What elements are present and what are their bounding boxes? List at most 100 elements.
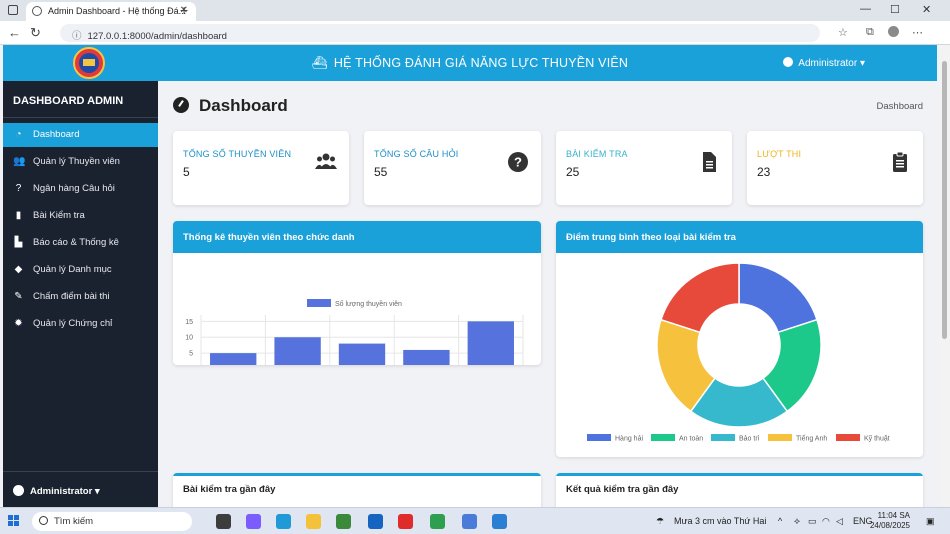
file-explorer-icon[interactable] bbox=[306, 514, 321, 529]
system-clock[interactable]: 11:04 SA 24/08/2025 bbox=[870, 511, 910, 531]
search-icon bbox=[39, 516, 48, 525]
maximize-icon[interactable]: ☐ bbox=[890, 3, 900, 16]
sidebar-item-dashboard[interactable]: ◔ Dashboard bbox=[3, 123, 158, 147]
weather-icon[interactable]: ☂ bbox=[656, 516, 664, 527]
store-icon[interactable] bbox=[336, 514, 351, 529]
bar bbox=[467, 321, 514, 365]
bar bbox=[338, 343, 386, 365]
battery-icon[interactable]: ▭ bbox=[808, 516, 817, 527]
certificate-icon: ✹ bbox=[14, 318, 23, 329]
sidebar-divider bbox=[3, 471, 158, 472]
wifi-icon[interactable]: ◠ bbox=[822, 516, 830, 527]
task-view-icon[interactable] bbox=[216, 514, 231, 529]
site-info-icon[interactable]: ⓘ bbox=[72, 31, 82, 42]
stat-value: 5 bbox=[183, 165, 190, 179]
copilot-icon[interactable] bbox=[246, 514, 261, 529]
bar-chart: Số lượng thuyền viên051015Thuyền trưởngT… bbox=[185, 299, 524, 365]
tray-chevron-icon[interactable]: ^ bbox=[778, 516, 782, 526]
legend-swatch bbox=[768, 434, 792, 441]
stat-label: TỔNG SỐ THUYỀN VIÊN bbox=[183, 149, 292, 159]
file-icon: ▮ bbox=[15, 210, 22, 221]
back-icon[interactable]: ← bbox=[8, 25, 21, 40]
taskbar-search[interactable]: Tìm kiếm bbox=[32, 512, 192, 531]
bar bbox=[403, 349, 450, 365]
breadcrumb[interactable]: Dashboard bbox=[877, 101, 923, 112]
sidebar-item-categories[interactable]: ◆ Quản lý Danh mục bbox=[3, 258, 158, 282]
donut-slice bbox=[738, 262, 818, 334]
y-tick-label: 5 bbox=[189, 351, 193, 358]
browser-menu-icon[interactable]: ⋯ bbox=[912, 26, 923, 39]
tags-icon: ◆ bbox=[14, 264, 23, 275]
minimize-icon[interactable]: — bbox=[860, 3, 871, 15]
edge-icon[interactable] bbox=[276, 514, 291, 529]
sidebar-item-grading[interactable]: ✎ Chấm điểm bài thi bbox=[3, 285, 158, 309]
card-title: Kết quả kiểm tra gần đây bbox=[556, 473, 923, 505]
tab-title: Admin Dashboard - Hệ thống Đá... bbox=[48, 6, 187, 16]
sidebar-item-label: Báo cáo & Thống kê bbox=[33, 237, 119, 248]
donut-chart: Hàng hải An toàn Bảo trì Tiếng Anh Kỹ thuật bbox=[587, 262, 890, 443]
sidebar-item-reports[interactable]: ▙ Báo cáo & Thống kê bbox=[3, 231, 158, 255]
sidebar-item-label: Quản lý Danh mục bbox=[33, 264, 112, 275]
chrome-icon[interactable] bbox=[430, 514, 445, 529]
bar bbox=[210, 353, 257, 365]
stat-value: 55 bbox=[374, 165, 388, 179]
legend-label: Kỹ thuật bbox=[864, 436, 890, 443]
chart-icon: ▙ bbox=[14, 237, 23, 248]
bar-chart-card: Thống kê thuyền viên theo chức danh Số l… bbox=[173, 221, 541, 365]
donut-slice bbox=[660, 262, 740, 334]
donut-chart-card: Điểm trung bình theo loại bài kiểm tra H… bbox=[556, 221, 923, 457]
close-window-icon[interactable]: ✕ bbox=[922, 3, 931, 16]
sidebar-item-label: Quản lý Thuyền viên bbox=[33, 156, 120, 167]
opera-icon[interactable] bbox=[398, 514, 413, 529]
sidebar-divider bbox=[3, 117, 158, 118]
network-icon[interactable]: ⟡ bbox=[794, 516, 800, 527]
url-input[interactable]: ⓘ 127.0.0.1:8000/admin/dashboard bbox=[60, 24, 820, 42]
user-circle-icon bbox=[783, 57, 794, 67]
sidebar-item-crew[interactable]: 👥 Quản lý Thuyền viên bbox=[3, 150, 158, 174]
favorite-icon[interactable]: ☆ bbox=[838, 26, 848, 39]
question-circle-icon: ? bbox=[508, 152, 528, 172]
legend-label: An toàn bbox=[679, 436, 703, 443]
address-bar: ← ↻ ⓘ 127.0.0.1:8000/admin/dashboard ☆ ⧉ … bbox=[0, 21, 950, 45]
card-title: Điểm trung bình theo loại bài kiểm tra bbox=[556, 221, 923, 253]
legend-label: Hàng hải bbox=[615, 436, 643, 443]
gauge-icon bbox=[173, 97, 189, 113]
extensions-icon[interactable]: ⧉ bbox=[866, 26, 874, 39]
outlook-icon[interactable] bbox=[368, 514, 383, 529]
scrollbar-thumb[interactable] bbox=[942, 61, 947, 339]
new-tab-button[interactable]: + bbox=[180, 2, 188, 18]
page-title: Dashboard bbox=[173, 96, 288, 116]
tab-actions-icon[interactable] bbox=[8, 5, 18, 15]
weather-text[interactable]: Mưa 3 cm vào Thứ Hai bbox=[674, 516, 766, 526]
user-circle-icon bbox=[13, 485, 24, 496]
sidebar-item-tests[interactable]: ▮ Bài Kiểm tra bbox=[3, 204, 158, 228]
volume-icon[interactable]: ◁ bbox=[836, 516, 843, 527]
page-title-text: Dashboard bbox=[199, 96, 288, 115]
profile-avatar[interactable] bbox=[888, 26, 899, 37]
stat-value: 23 bbox=[757, 165, 771, 179]
browser-tab[interactable]: Admin Dashboard - Hệ thống Đá... ✕ bbox=[26, 2, 196, 21]
card-title: Thống kê thuyền viên theo chức danh bbox=[173, 221, 541, 253]
sidebar-user-dropdown[interactable]: Administrator ▾ bbox=[13, 485, 100, 497]
users-icon bbox=[315, 153, 337, 169]
vscode-icon[interactable] bbox=[492, 514, 507, 529]
clock-date: 24/08/2025 bbox=[869, 521, 910, 530]
reload-icon[interactable]: ↻ bbox=[30, 25, 41, 41]
user-dropdown[interactable]: Administrator ▾ bbox=[783, 57, 865, 69]
sidebar-item-certificates[interactable]: ✹ Quản lý Chứng chỉ bbox=[3, 312, 158, 336]
sidebar-item-label: Chấm điểm bài thi bbox=[33, 291, 110, 302]
sidebar-item-label: Bài Kiểm tra bbox=[33, 210, 85, 221]
legend-swatch bbox=[587, 434, 611, 441]
question-icon: ? bbox=[15, 183, 22, 194]
windows-start-icon[interactable] bbox=[8, 515, 20, 527]
users-icon: 👥 bbox=[13, 156, 26, 167]
page-scrollbar[interactable] bbox=[939, 45, 950, 507]
legend-swatch bbox=[307, 299, 331, 307]
y-tick-label: 10 bbox=[185, 335, 193, 342]
sidebar-item-questions[interactable]: ? Ngân hàng Câu hỏi bbox=[3, 177, 158, 201]
sidebar-user-name: Administrator bbox=[30, 486, 93, 497]
app-icon[interactable] bbox=[462, 514, 477, 529]
url-text: 127.0.0.1:8000/admin/dashboard bbox=[87, 31, 227, 42]
stat-label: TỔNG SỐ CÂU HỎI bbox=[374, 149, 459, 159]
notification-icon[interactable]: ▣ bbox=[926, 516, 935, 527]
